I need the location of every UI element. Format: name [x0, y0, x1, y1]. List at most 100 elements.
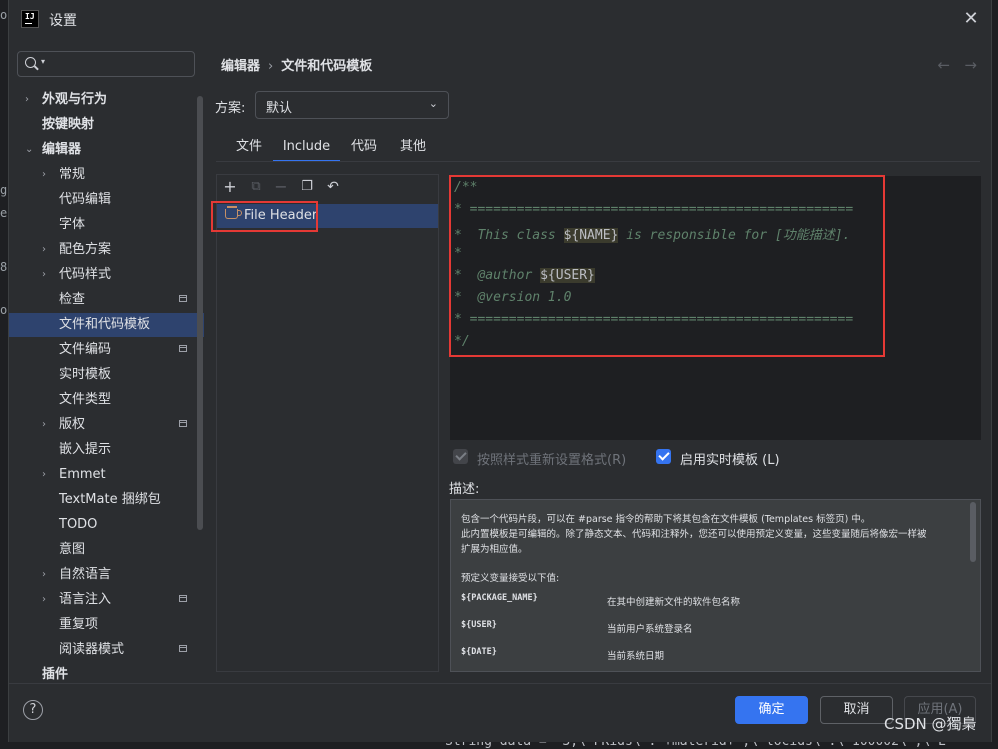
code-line: * This class ${NAME} is responsible for … — [454, 224, 850, 243]
dialog-footer: ? 确定 取消 应用(A) — [9, 683, 991, 743]
sidebar-item-label: 意图 — [59, 542, 86, 557]
add-child-icon[interactable]: ⧉ — [248, 179, 264, 195]
sidebar-item-label: 代码样式 — [59, 267, 112, 282]
revert-icon[interactable]: ↶ — [325, 179, 341, 195]
code-line: * @author ${USER} — [454, 268, 595, 283]
chevron-right-icon[interactable]: › — [42, 238, 46, 262]
sidebar-item-label: 配色方案 — [59, 242, 112, 257]
nav-arrows: ← → — [938, 56, 977, 74]
code-line: */ — [454, 334, 470, 349]
settings-tree: › 外观与行为按键映射 ⌄ 编辑器 › 常规 代码编辑字体 › 配色方案 › 代码样式检查文件和代码… — [9, 88, 205, 682]
sidebar-item[interactable]: 阅读器模式 — [9, 638, 204, 662]
template-variable: ${NAME} — [563, 228, 619, 243]
sidebar-item[interactable]: › 版权 — [9, 413, 204, 437]
sidebar-item[interactable]: › 代码样式 — [9, 263, 204, 287]
code-text: is responsible for [功能描述]. — [618, 228, 851, 243]
java-cup-icon — [225, 206, 242, 219]
sidebar-item-label: 语言注入 — [59, 592, 112, 607]
close-icon[interactable]: ✕ — [961, 9, 981, 29]
breadcrumb: 编辑器 › 文件和代码模板 — [221, 55, 372, 74]
sidebar-item[interactable]: ⌄ 编辑器 — [9, 138, 204, 162]
chevron-down-icon: ▾ — [41, 57, 46, 66]
title-bar: IJ 设置 ✕ — [9, 0, 991, 38]
chevron-right-icon[interactable]: › — [42, 588, 46, 612]
sidebar-item[interactable]: 文件和代码模板 — [9, 313, 204, 337]
sidebar-item-label: 实时模板 — [59, 367, 112, 382]
help-icon[interactable]: ? — [23, 700, 43, 720]
chevron-down-icon[interactable]: ⌄ — [25, 138, 33, 162]
sidebar-item-label: 外观与行为 — [42, 92, 108, 107]
sidebar-item[interactable]: 插件 — [9, 663, 204, 682]
sidebar-item[interactable]: › 配色方案 — [9, 238, 204, 262]
background-editor-edge — [0, 0, 8, 742]
tab-files[interactable]: 文件 — [226, 134, 272, 162]
add-icon[interactable]: + — [222, 179, 238, 195]
sidebar-item[interactable]: 意图 — [9, 538, 204, 562]
window-title: 设置 — [49, 13, 77, 29]
template-variable: ${USER} — [540, 268, 595, 283]
variable-name: ${USER} — [461, 620, 497, 630]
back-arrow-icon[interactable]: ← — [938, 56, 951, 74]
variable-description: 当前用户系统登录名 — [607, 624, 693, 635]
template-item-file-header[interactable]: File Header — [217, 204, 438, 228]
template-item-label: File Header — [244, 208, 318, 223]
copy-icon[interactable]: ❐ — [299, 179, 315, 195]
forward-arrow-icon[interactable]: → — [964, 56, 977, 74]
remove-icon[interactable]: − — [273, 179, 289, 195]
reformat-label: 按照样式重新设置格式(R) — [477, 453, 627, 468]
chevron-right-icon[interactable]: › — [25, 88, 29, 112]
sidebar-item[interactable]: 字体 — [9, 213, 204, 237]
cancel-button[interactable]: 取消 — [820, 696, 893, 724]
code-text: * This class — [454, 228, 564, 243]
chevron-right-icon[interactable]: › — [42, 463, 46, 487]
template-code-editor[interactable]: /** * ===================================… — [450, 176, 981, 440]
project-scope-icon — [179, 345, 187, 352]
sidebar-item-label: 版权 — [59, 417, 86, 432]
sidebar-item[interactable]: 重复项 — [9, 613, 204, 637]
sidebar-item[interactable]: › 外观与行为 — [9, 88, 204, 112]
sidebar-item[interactable]: 代码编辑 — [9, 188, 204, 212]
sidebar-item[interactable]: 检查 — [9, 288, 204, 312]
sidebar-item[interactable]: › 常规 — [9, 163, 204, 187]
variable-name: ${PACKAGE_NAME} — [461, 593, 538, 603]
background-code-fragment: g — [0, 183, 8, 197]
background-code-fragment: 8 — [0, 260, 8, 274]
code-line: * @version 1.0 — [454, 290, 572, 305]
tab-other[interactable]: 其他 — [391, 134, 435, 162]
sidebar-item[interactable]: › 自然语言 — [9, 563, 204, 587]
sidebar-item-label: 重复项 — [59, 617, 99, 632]
sidebar-item-label: 按键映射 — [42, 117, 95, 132]
sidebar-item[interactable]: 实时模板 — [9, 363, 204, 387]
sidebar-item[interactable]: 文件编码 — [9, 338, 204, 362]
sidebar-item[interactable]: 嵌入提示 — [9, 438, 204, 462]
sidebar-item[interactable]: 按键映射 — [9, 113, 204, 137]
chevron-right-icon[interactable]: › — [42, 563, 46, 587]
settings-search-input[interactable]: ▾ — [17, 51, 195, 77]
sidebar-item-label: 文件编码 — [59, 342, 112, 357]
sidebar-item-label: 编辑器 — [42, 142, 82, 157]
sidebar-item[interactable]: TextMate 捆绑包 — [9, 488, 204, 512]
breadcrumb-parent[interactable]: 编辑器 — [221, 59, 260, 74]
description-line: 预定义变量接受以下值: — [461, 573, 560, 584]
description-scrollbar[interactable] — [970, 502, 976, 562]
breadcrumb-current: 文件和代码模板 — [281, 59, 373, 74]
breadcrumb-separator-icon: › — [268, 59, 274, 74]
sidebar-item-label: 文件和代码模板 — [59, 317, 151, 332]
sidebar-item[interactable]: › Emmet — [9, 463, 204, 487]
sidebar-scrollbar[interactable] — [197, 96, 203, 530]
chevron-right-icon[interactable]: › — [42, 263, 46, 287]
project-scope-icon — [179, 645, 187, 652]
chevron-right-icon[interactable]: › — [42, 413, 46, 437]
ok-button[interactable]: 确定 — [735, 696, 808, 724]
code-line: * ======================================… — [454, 312, 854, 327]
sidebar-item[interactable]: › 语言注入 — [9, 588, 204, 612]
sidebar-item-label: 字体 — [59, 217, 86, 232]
sidebar-item[interactable]: TODO — [9, 513, 204, 537]
tabs-divider — [216, 161, 980, 162]
scheme-dropdown[interactable]: 默认 ⌄ — [255, 91, 449, 119]
tab-code[interactable]: 代码 — [342, 134, 386, 162]
variable-name: ${DATE} — [461, 647, 497, 657]
tab-include[interactable]: Include — [273, 134, 340, 162]
chevron-right-icon[interactable]: › — [42, 163, 46, 187]
sidebar-item[interactable]: 文件类型 — [9, 388, 204, 412]
